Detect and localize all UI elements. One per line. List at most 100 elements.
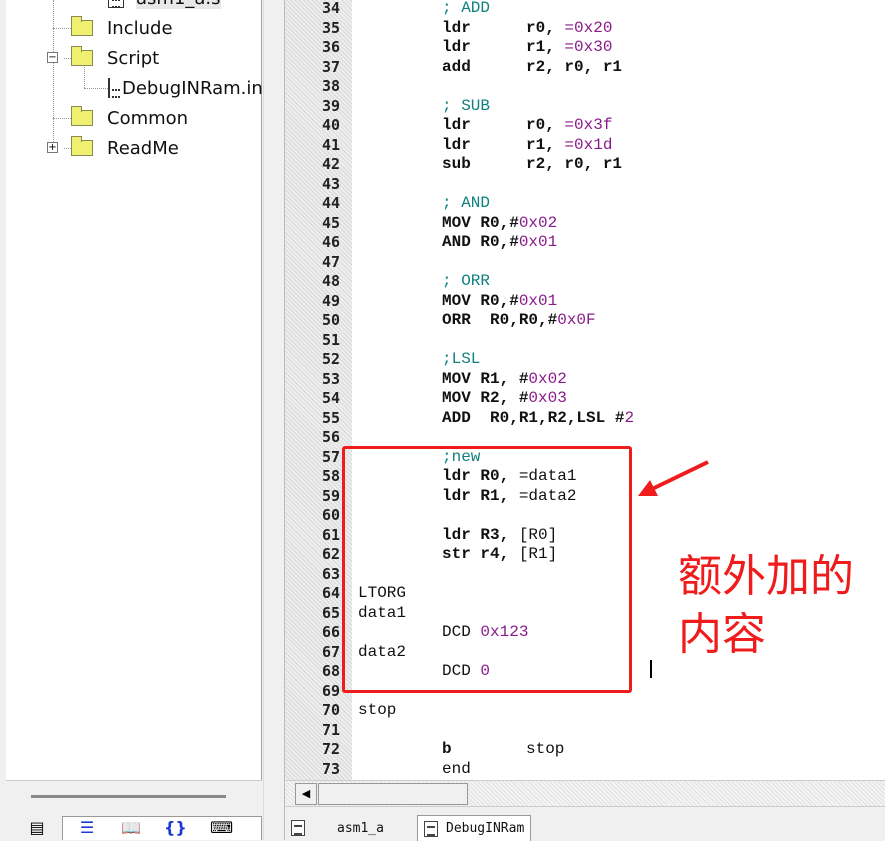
- code-comment: ; ADD: [358, 0, 491, 17]
- code-token: MOV R0,#: [358, 291, 519, 310]
- expand-toggle[interactable]: +: [47, 142, 58, 153]
- tree-item-common[interactable]: Common: [71, 106, 188, 130]
- line-number: 47: [321, 252, 340, 271]
- folder-icon: [71, 136, 93, 156]
- code-token: ldr r0,: [358, 116, 565, 134]
- line-number: 68: [321, 662, 340, 680]
- line-number: 52: [321, 350, 340, 368]
- code-line[interactable]: ; ADD: [358, 0, 490, 18]
- code-line[interactable]: ; AND: [358, 193, 490, 213]
- line-number: 66: [321, 623, 340, 641]
- line-number: 62: [321, 545, 340, 563]
- code-line[interactable]: stop: [358, 700, 396, 720]
- code-comment: ; SUB: [358, 96, 491, 115]
- code-line[interactable]: AND R0,#0x01: [358, 232, 557, 252]
- line-number: 71: [321, 720, 340, 739]
- line-number: 54: [321, 389, 340, 407]
- code-line[interactable]: ldr r1, =0x1d: [358, 135, 612, 155]
- code-token: AND R0,#: [358, 233, 519, 251]
- line-number: 36: [321, 38, 340, 56]
- code-comment: ; ORR: [358, 272, 491, 290]
- code-line[interactable]: ADD R0,R1,R2,LSL #2: [358, 408, 634, 428]
- code-line[interactable]: ldr r0, =0x20: [358, 18, 612, 38]
- line-number: 37: [321, 57, 340, 76]
- scroll-left-button[interactable]: ◀: [295, 783, 317, 805]
- tab-label: asm1_a: [337, 820, 384, 836]
- line-number: 35: [321, 18, 340, 37]
- code-token: b: [358, 740, 452, 758]
- tab-asm1-a[interactable]: asm1_a: [291, 815, 384, 841]
- line-number: 58: [321, 467, 340, 485]
- code-comment: ; AND: [358, 194, 491, 212]
- tree-horizontal-scrollbar[interactable]: [6, 780, 262, 808]
- code-token: sub r2, r0, r1: [358, 155, 623, 173]
- line-number: 42: [321, 155, 340, 173]
- code-line[interactable]: end: [358, 759, 471, 779]
- tree-item-label: asm1_a.s: [136, 0, 221, 9]
- scrollbar-thumb[interactable]: [31, 795, 226, 798]
- code-line[interactable]: ORR R0,R0,#0x0F: [358, 310, 596, 330]
- code-token: MOV R2, #: [358, 389, 529, 407]
- books-tab-icon[interactable]: 📖: [120, 818, 142, 840]
- project-tree: − + asm1_a.s Include Script DebugINRam.i…: [6, 0, 262, 780]
- functions-tab-icon[interactable]: {}: [164, 818, 187, 840]
- code-token: ADD R0,R1,R2,LSL #: [358, 408, 625, 427]
- scrollbar-thumb[interactable]: [318, 783, 468, 805]
- editor-horizontal-scrollbar[interactable]: ◀: [285, 780, 885, 806]
- tree-item-readme[interactable]: ReadMe: [71, 136, 179, 160]
- code-line[interactable]: sub r2, r0, r1: [358, 154, 622, 174]
- tree-item-asm-file[interactable]: asm1_a.s: [108, 0, 221, 10]
- code-literal: 2: [624, 408, 635, 427]
- line-number: 69: [321, 681, 340, 700]
- line-number: 34: [321, 0, 340, 17]
- code-line[interactable]: ; ORR: [358, 271, 490, 291]
- arrow-icon: [638, 460, 709, 496]
- code-line[interactable]: add r2, r0, r1: [358, 57, 622, 77]
- code-token: stop: [358, 701, 397, 719]
- code-line[interactable]: ldr r1, =0x30: [358, 37, 612, 57]
- code-line[interactable]: ;LSL: [358, 349, 480, 369]
- file-icon: [424, 820, 438, 837]
- line-number: 73: [321, 759, 340, 778]
- file-icon: [108, 78, 120, 98]
- code-token: ldr r1,: [358, 38, 565, 56]
- code-line[interactable]: MOV R0,#0x01: [358, 291, 557, 311]
- line-number: 48: [321, 272, 340, 290]
- code-line[interactable]: b stop: [358, 739, 564, 759]
- line-number: 40: [321, 116, 340, 134]
- line-number: 57: [321, 447, 340, 466]
- code-literal: =0x20: [564, 18, 613, 37]
- project-tab-icon[interactable]: ▤: [26, 818, 48, 840]
- code-line[interactable]: MOV R0,#0x02: [358, 213, 557, 233]
- tab-debuginram[interactable]: DebugINRam: [417, 815, 532, 841]
- line-number: 72: [321, 740, 340, 758]
- line-number: 65: [321, 603, 340, 622]
- code-line[interactable]: MOV R2, #0x03: [358, 388, 567, 408]
- line-number: 67: [321, 642, 340, 661]
- line-number: 38: [321, 77, 340, 95]
- code-line[interactable]: ; SUB: [358, 96, 490, 116]
- line-number: 39: [321, 96, 340, 115]
- line-number: 51: [321, 330, 340, 349]
- line-number: 45: [321, 213, 340, 232]
- code-literal: 0x01: [518, 291, 558, 310]
- tree-item-label: Common: [107, 107, 189, 129]
- tree-item-include[interactable]: Include: [71, 16, 173, 40]
- tree-item-debuginram[interactable]: DebugINRam.ini: [108, 76, 262, 100]
- templates-tab-icon[interactable]: ⌨: [210, 818, 233, 840]
- code-literal: =0x30: [564, 38, 613, 56]
- tree-item-script[interactable]: Script: [71, 46, 159, 70]
- code-line[interactable]: ldr r0, =0x3f: [358, 115, 612, 135]
- code-token: ldr r1,: [358, 135, 565, 154]
- tab-label: DebugINRam: [446, 821, 525, 836]
- code-literal: 0x0F: [557, 311, 596, 329]
- line-number: 59: [321, 486, 340, 505]
- code-literal: =0x3f: [564, 116, 613, 134]
- collapse-toggle[interactable]: −: [47, 52, 58, 63]
- line-number: 50: [321, 311, 340, 329]
- line-number: 49: [321, 291, 340, 310]
- code-token: MOV R1, #: [358, 369, 529, 388]
- panel-splitter[interactable]: [263, 0, 285, 840]
- registers-tab-icon[interactable]: ☰: [76, 818, 98, 840]
- code-line[interactable]: MOV R1, #0x02: [358, 369, 567, 389]
